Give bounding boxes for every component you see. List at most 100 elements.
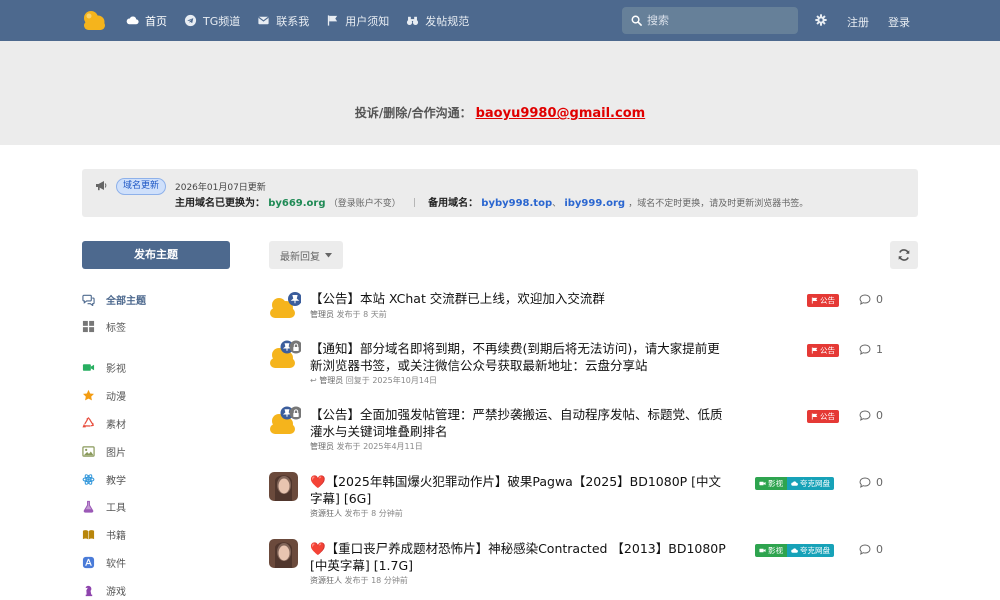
avatar[interactable] xyxy=(269,289,301,318)
main-nav: 首页 TG频道 联系我 用户须知 发帖规范 xyxy=(126,0,486,41)
sidebar-item-anime[interactable]: 动漫 xyxy=(82,386,126,404)
refresh-button[interactable] xyxy=(890,241,918,269)
backup-domain-link-1[interactable]: byby998.top xyxy=(481,198,552,209)
video-icon xyxy=(82,363,95,371)
discussion-author[interactable]: 管理员 xyxy=(319,376,343,385)
sidebar-item-images[interactable]: 图片 xyxy=(82,442,126,460)
tag-quark-drive[interactable]: 夸克网盘 xyxy=(787,477,834,490)
register-link[interactable]: 注册 xyxy=(847,14,869,30)
avatar[interactable] xyxy=(269,405,301,434)
tag-movies[interactable]: 影视 xyxy=(755,544,787,557)
discussion-author[interactable]: 资源狂人 xyxy=(310,509,342,518)
reply-count: 0 xyxy=(859,476,883,489)
flag-icon xyxy=(811,413,818,420)
sidebar-item-games[interactable]: 游戏 xyxy=(82,581,126,599)
sidebar-item-tutorials[interactable]: 教学 xyxy=(82,470,126,488)
bullhorn-icon xyxy=(96,181,107,191)
sort-dropdown[interactable]: 最新回复 xyxy=(269,241,343,269)
nav-post-rules[interactable]: 发帖规范 xyxy=(406,13,469,29)
sidebar-label-books: 书籍 xyxy=(106,530,126,542)
grid-icon xyxy=(82,320,95,332)
reply-count-value: 0 xyxy=(876,293,883,306)
reply-count-value: 0 xyxy=(876,543,883,556)
site-logo[interactable] xyxy=(82,9,106,31)
nav-user-notice[interactable]: 用户须知 xyxy=(326,13,389,29)
sidebar-label-tags: 标签 xyxy=(106,322,126,334)
discussion-meta: 管理员 发布于 2025年4月11日 xyxy=(310,441,423,452)
refresh-icon xyxy=(898,249,910,261)
tag-label: 影视 xyxy=(768,546,783,555)
sidebar-item-movies[interactable]: 影视 xyxy=(82,358,126,376)
tag-movies[interactable]: 影视 xyxy=(755,477,787,490)
sidebar-item-tags[interactable]: 标签 xyxy=(82,317,126,335)
sidebar-label-materials: 素材 xyxy=(106,419,126,431)
sidebar-item-materials[interactable]: 素材 xyxy=(82,414,126,432)
discussion-tags: 公告 xyxy=(807,294,839,307)
tag-announcement[interactable]: 公告 xyxy=(807,294,839,307)
discussion-author[interactable]: 管理员 xyxy=(310,442,334,451)
discussion-meta: 管理员 发布于 8 天前 xyxy=(310,309,387,320)
sidebar-item-software[interactable]: 软件 xyxy=(82,553,126,571)
tag-announcement[interactable]: 公告 xyxy=(807,344,839,357)
tag-label: 公告 xyxy=(820,296,835,305)
discussion-action: 发布于 xyxy=(336,442,361,451)
discussion-title[interactable]: ❤️【重口丧尸养成题材恐怖片】神秘感染Contracted 【2013】BD10… xyxy=(310,540,730,574)
discussion-tags: 影视 夸克网盘 xyxy=(755,477,834,490)
avatar[interactable] xyxy=(269,539,298,568)
tag-label: 夸克网盘 xyxy=(800,479,830,488)
nav-tg-label: TG频道 xyxy=(203,14,241,28)
search-box[interactable] xyxy=(622,7,798,34)
nav-home[interactable]: 首页 xyxy=(126,13,167,29)
sidebar-label-software: 软件 xyxy=(106,558,126,570)
binoculars-icon xyxy=(407,16,419,25)
sidebar-label-movies: 影视 xyxy=(106,363,126,375)
comment-icon xyxy=(859,410,871,421)
logo-cloud-icon xyxy=(84,11,105,30)
settings-button[interactable] xyxy=(815,14,827,26)
nav-contact[interactable]: 联系我 xyxy=(257,13,309,29)
discussion-title[interactable]: 【公告】本站 XChat 交流群已上线，欢迎加入交流群 xyxy=(310,290,730,307)
discussion-time: 18 分钟前 xyxy=(371,576,408,585)
notice-date: 2026年01月07日更新 xyxy=(175,183,266,193)
tag-quark-drive[interactable]: 夸克网盘 xyxy=(787,544,834,557)
contact-email-link[interactable]: baoyu9980@gmail.com xyxy=(476,106,646,121)
caret-down-icon xyxy=(325,252,332,257)
nav-post-rules-label: 发帖规范 xyxy=(425,14,470,28)
discussion-time: 8 分钟前 xyxy=(371,509,403,518)
avatar[interactable] xyxy=(269,339,301,368)
reply-arrow-icon: ↩ xyxy=(310,376,317,385)
cloud-avatar-icon xyxy=(270,406,301,434)
notice-domains-line: 主用域名已更换为： by669.org （登录账户不变） ｜ 备用域名： byb… xyxy=(175,194,808,209)
sidebar-item-tools[interactable]: 工具 xyxy=(82,497,126,515)
image-icon xyxy=(82,445,95,457)
hero-banner: 投诉/删除/合作沟通： baoyu9980@gmail.com xyxy=(0,41,1000,145)
discussion-item[interactable]: ❤️【2025年韩国爆火犯罪动作片】破果Pagwa【2025】BD1080P [… xyxy=(269,472,899,524)
discussion-item[interactable]: 【公告】全面加强发帖管理：严禁抄袭搬运、自动程序发帖、标题党、低质灌水与关键词堆… xyxy=(269,405,899,457)
discussion-item[interactable]: 【通知】部分域名即将到期，不再续费(到期后将无法访问)，请大家提前更新浏览器书签… xyxy=(269,339,899,391)
comment-icon xyxy=(859,344,871,355)
discussion-item[interactable]: 【公告】本站 XChat 交流群已上线，欢迎加入交流群 管理员 发布于 8 天前… xyxy=(269,289,899,329)
search-input[interactable] xyxy=(647,14,787,27)
sidebar-item-books[interactable]: 书籍 xyxy=(82,525,126,543)
avatar[interactable] xyxy=(269,472,298,501)
nav-tg-channel[interactable]: TG频道 xyxy=(184,13,240,29)
discussion-author[interactable]: 资源狂人 xyxy=(310,576,342,585)
discussion-meta: 资源狂人 发布于 18 分钟前 xyxy=(310,575,408,586)
sidebar-label-images: 图片 xyxy=(106,447,126,459)
discussion-item[interactable]: ❤️【重口丧尸养成题材恐怖片】神秘感染Contracted 【2013】BD10… xyxy=(269,539,899,591)
sidebar-item-all-discussions[interactable]: 全部主题 xyxy=(82,290,146,308)
main-domain-link[interactable]: by669.org xyxy=(268,198,325,209)
discussion-title[interactable]: 【公告】全面加强发帖管理：严禁抄袭搬运、自动程序发帖、标题党、低质灌水与关键词堆… xyxy=(310,406,730,440)
tag-label: 公告 xyxy=(820,412,835,421)
discussion-time: 8 天前 xyxy=(363,310,387,319)
tag-announcement[interactable]: 公告 xyxy=(807,410,839,423)
cloud-icon xyxy=(791,481,798,486)
discussion-title[interactable]: 【通知】部分域名即将到期，不再续费(到期后将无法访问)，请大家提前更新浏览器书签… xyxy=(310,340,730,374)
start-discussion-button[interactable]: 发布主题 xyxy=(82,241,230,269)
main-domain-note: （登录账户不变） xyxy=(328,199,401,209)
backup-domain-sep: 、 xyxy=(552,199,562,209)
discussion-title[interactable]: ❤️【2025年韩国爆火犯罪动作片】破果Pagwa【2025】BD1080P [… xyxy=(310,473,730,507)
login-link[interactable]: 登录 xyxy=(888,14,910,30)
backup-domain-link-2[interactable]: iby999.org xyxy=(564,198,625,209)
discussion-author[interactable]: 管理员 xyxy=(310,310,334,319)
